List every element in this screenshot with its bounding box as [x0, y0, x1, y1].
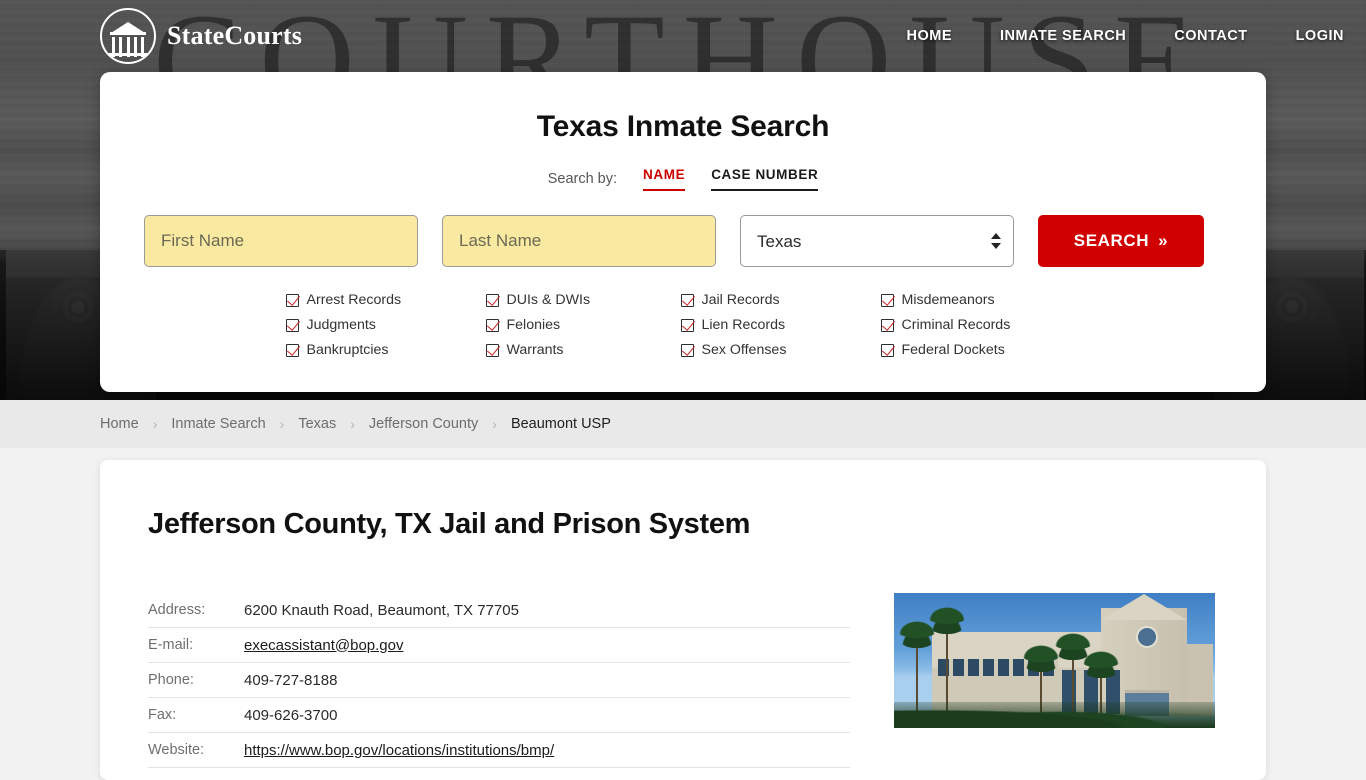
info-value-fax: 409-626-3700	[244, 706, 338, 724]
checkbox-checked-icon	[485, 343, 499, 357]
breadcrumb-item-inmate-search[interactable]: Inmate Search	[171, 416, 265, 432]
category-label: Misdemeanors	[901, 292, 995, 308]
info-key-website: Website:	[148, 742, 205, 758]
facility-content-body: Address: 6200 Knauth Road, Beaumont, TX …	[148, 593, 1218, 768]
email-link[interactable]: execassistant@bop.gov	[244, 637, 404, 654]
facility-detail-card: Jefferson County, TX Jail and Prison Sys…	[100, 460, 1266, 780]
checkbox-checked-icon	[485, 293, 499, 307]
round-window-icon	[1136, 626, 1158, 648]
table-row: E-mail: execassistant@bop.gov	[148, 628, 850, 663]
info-key-phone: Phone:	[148, 672, 194, 688]
breadcrumb-item-home[interactable]: Home	[100, 416, 139, 432]
breadcrumb-separator-icon: ›	[492, 416, 497, 432]
category-label: Felonies	[506, 317, 561, 333]
category-duis-dwis[interactable]: DUIs & DWIs	[485, 292, 681, 308]
facility-building-photo	[894, 593, 1215, 728]
table-row: Address: 6200 Knauth Road, Beaumont, TX …	[148, 593, 850, 628]
site-header: COURTHOUSE StateCourts HOME INMATE SEARC…	[0, 0, 1366, 400]
category-label: DUIs & DWIs	[506, 292, 591, 308]
breadcrumb-separator-icon: ›	[279, 416, 285, 432]
breadcrumb-separator-icon: ›	[350, 416, 355, 432]
category-label: Lien Records	[701, 317, 786, 333]
info-value-email: execassistant@bop.gov	[244, 637, 404, 654]
checkbox-checked-icon	[680, 293, 694, 307]
checkbox-checked-icon	[485, 318, 499, 332]
info-value-phone: 409-727-8188	[244, 671, 338, 689]
search-by-row: Search by: NAME CASE NUMBER	[144, 167, 1222, 191]
checkbox-checked-icon	[880, 343, 894, 357]
category-label: Warrants	[506, 342, 564, 358]
architrave-shape	[110, 32, 146, 35]
category-federal-dockets[interactable]: Federal Dockets	[880, 342, 1081, 358]
state-select[interactable]: Texas	[740, 215, 1014, 267]
category-sex-offenses[interactable]: Sex Offenses	[680, 342, 881, 358]
state-select-wrap: Texas	[740, 215, 1014, 267]
info-key-fax: Fax:	[148, 707, 177, 723]
building-gable-roof	[1101, 594, 1187, 620]
breadcrumb-separator-icon: ›	[152, 416, 158, 432]
double-chevron-right-icon: »	[1158, 231, 1169, 250]
nav-item-login[interactable]: LOGIN	[1296, 28, 1344, 44]
category-felonies[interactable]: Felonies	[485, 317, 681, 333]
category-criminal-records[interactable]: Criminal Records	[880, 317, 1081, 333]
category-label: Criminal Records	[901, 317, 1011, 333]
category-judgments[interactable]: Judgments	[285, 317, 486, 333]
info-key-address: Address:	[148, 602, 206, 618]
brand-name: StateCourts	[167, 21, 303, 50]
checkbox-checked-icon	[880, 293, 894, 307]
breadcrumb-item-jefferson-county[interactable]: Jefferson County	[369, 416, 478, 432]
page-title: Jefferson County, TX Jail and Prison Sys…	[148, 508, 751, 540]
table-row: Fax: 409-626-3700	[148, 698, 850, 733]
tab-name[interactable]: NAME	[643, 167, 686, 191]
website-link[interactable]: https://www.bop.gov/locations/institutio…	[244, 742, 554, 759]
checkbox-checked-icon	[680, 318, 694, 332]
checkbox-checked-icon	[285, 343, 299, 357]
search-by-label: Search by:	[547, 171, 618, 187]
brand-logo[interactable]: StateCourts	[100, 8, 302, 64]
category-misdemeanors[interactable]: Misdemeanors	[880, 292, 1081, 308]
search-button-label: SEARCH	[1073, 231, 1150, 250]
courthouse-circle-icon	[100, 8, 156, 64]
top-navigation-bar: StateCourts HOME INMATE SEARCH CONTACT L…	[0, 0, 1366, 72]
category-label: Federal Dockets	[901, 342, 1005, 358]
category-label: Judgments	[306, 317, 376, 333]
breadcrumb-item-texas[interactable]: Texas	[298, 416, 336, 432]
category-lien-records[interactable]: Lien Records	[680, 317, 881, 333]
info-value-website: https://www.bop.gov/locations/institutio…	[244, 742, 554, 759]
first-name-input[interactable]	[144, 215, 418, 267]
facility-info-table: Address: 6200 Knauth Road, Beaumont, TX …	[148, 593, 850, 768]
info-value-address: 6200 Knauth Road, Beaumont, TX 77705	[244, 601, 519, 619]
tab-case-number[interactable]: CASE NUMBER	[711, 167, 819, 191]
category-label: Bankruptcies	[306, 342, 389, 358]
category-label: Sex Offenses	[701, 342, 787, 358]
checkbox-checked-icon	[285, 293, 299, 307]
category-label: Arrest Records	[306, 292, 402, 308]
table-row: Website: https://www.bop.gov/locations/i…	[148, 733, 850, 768]
info-key-email: E-mail:	[148, 637, 194, 653]
table-row: Phone: 409-727-8188	[148, 663, 850, 698]
category-label: Jail Records	[701, 292, 780, 308]
category-bankruptcies[interactable]: Bankruptcies	[285, 342, 486, 358]
search-button[interactable]: SEARCH »	[1038, 215, 1204, 267]
search-form-row: Texas SEARCH »	[144, 215, 1222, 267]
nav-item-home[interactable]: HOME	[907, 28, 953, 44]
checkbox-checked-icon	[880, 318, 894, 332]
category-arrest-records[interactable]: Arrest Records	[285, 292, 486, 308]
last-name-input[interactable]	[442, 215, 716, 267]
nav-item-contact[interactable]: CONTACT	[1174, 28, 1247, 44]
category-jail-records[interactable]: Jail Records	[680, 292, 881, 308]
checkbox-checked-icon	[680, 343, 694, 357]
nav-item-inmate-search[interactable]: INMATE SEARCH	[1000, 28, 1126, 44]
breadcrumb: Home › Inmate Search › Texas › Jefferson…	[0, 400, 1366, 448]
search-card-title: Texas Inmate Search	[536, 110, 830, 143]
checkbox-checked-icon	[285, 318, 299, 332]
inmate-search-card: Texas Inmate Search Search by: NAME CASE…	[100, 72, 1266, 392]
landscaping-shrubs	[894, 702, 1215, 728]
base-shape	[109, 53, 147, 56]
category-warrants[interactable]: Warrants	[485, 342, 681, 358]
main-nav: HOME INMATE SEARCH CONTACT LOGIN	[907, 28, 1345, 44]
breadcrumb-item-beaumont-usp: Beaumont USP	[510, 416, 611, 432]
record-categories-grid: Arrest Records DUIs & DWIs Jail Records …	[144, 292, 1222, 358]
